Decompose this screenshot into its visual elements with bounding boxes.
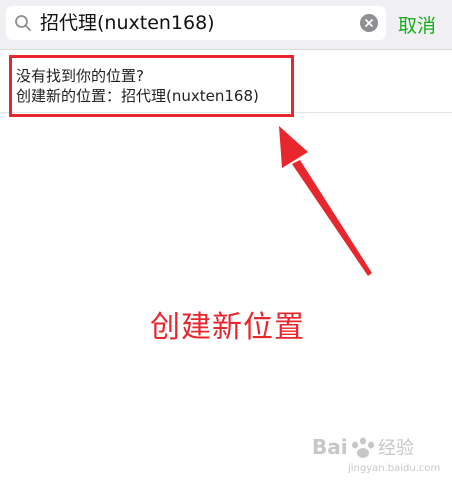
create-location-text: 创建新的位置：招代理(nuxten168)	[16, 87, 259, 105]
annotation-label: 创建新位置	[150, 310, 305, 345]
clear-icon[interactable]	[360, 14, 378, 32]
create-location-suggestion[interactable]: 没有找到你的位置? 创建新的位置：招代理(nuxten168)	[0, 51, 452, 113]
cancel-button[interactable]: 取消	[398, 11, 436, 38]
search-icon	[14, 14, 32, 32]
baidu-jingyan-watermark: Bai 经验 jingyan.baidu.com	[308, 428, 448, 478]
search-input[interactable]	[40, 6, 350, 40]
not-found-text: 没有找到你的位置?	[16, 67, 144, 85]
svg-text:经验: 经验	[378, 438, 414, 459]
svg-text:Bai: Bai	[312, 435, 348, 459]
svg-text:jingyan.baidu.com: jingyan.baidu.com	[347, 463, 440, 474]
search-box[interactable]	[6, 6, 386, 40]
search-bar: 取消	[0, 0, 452, 50]
